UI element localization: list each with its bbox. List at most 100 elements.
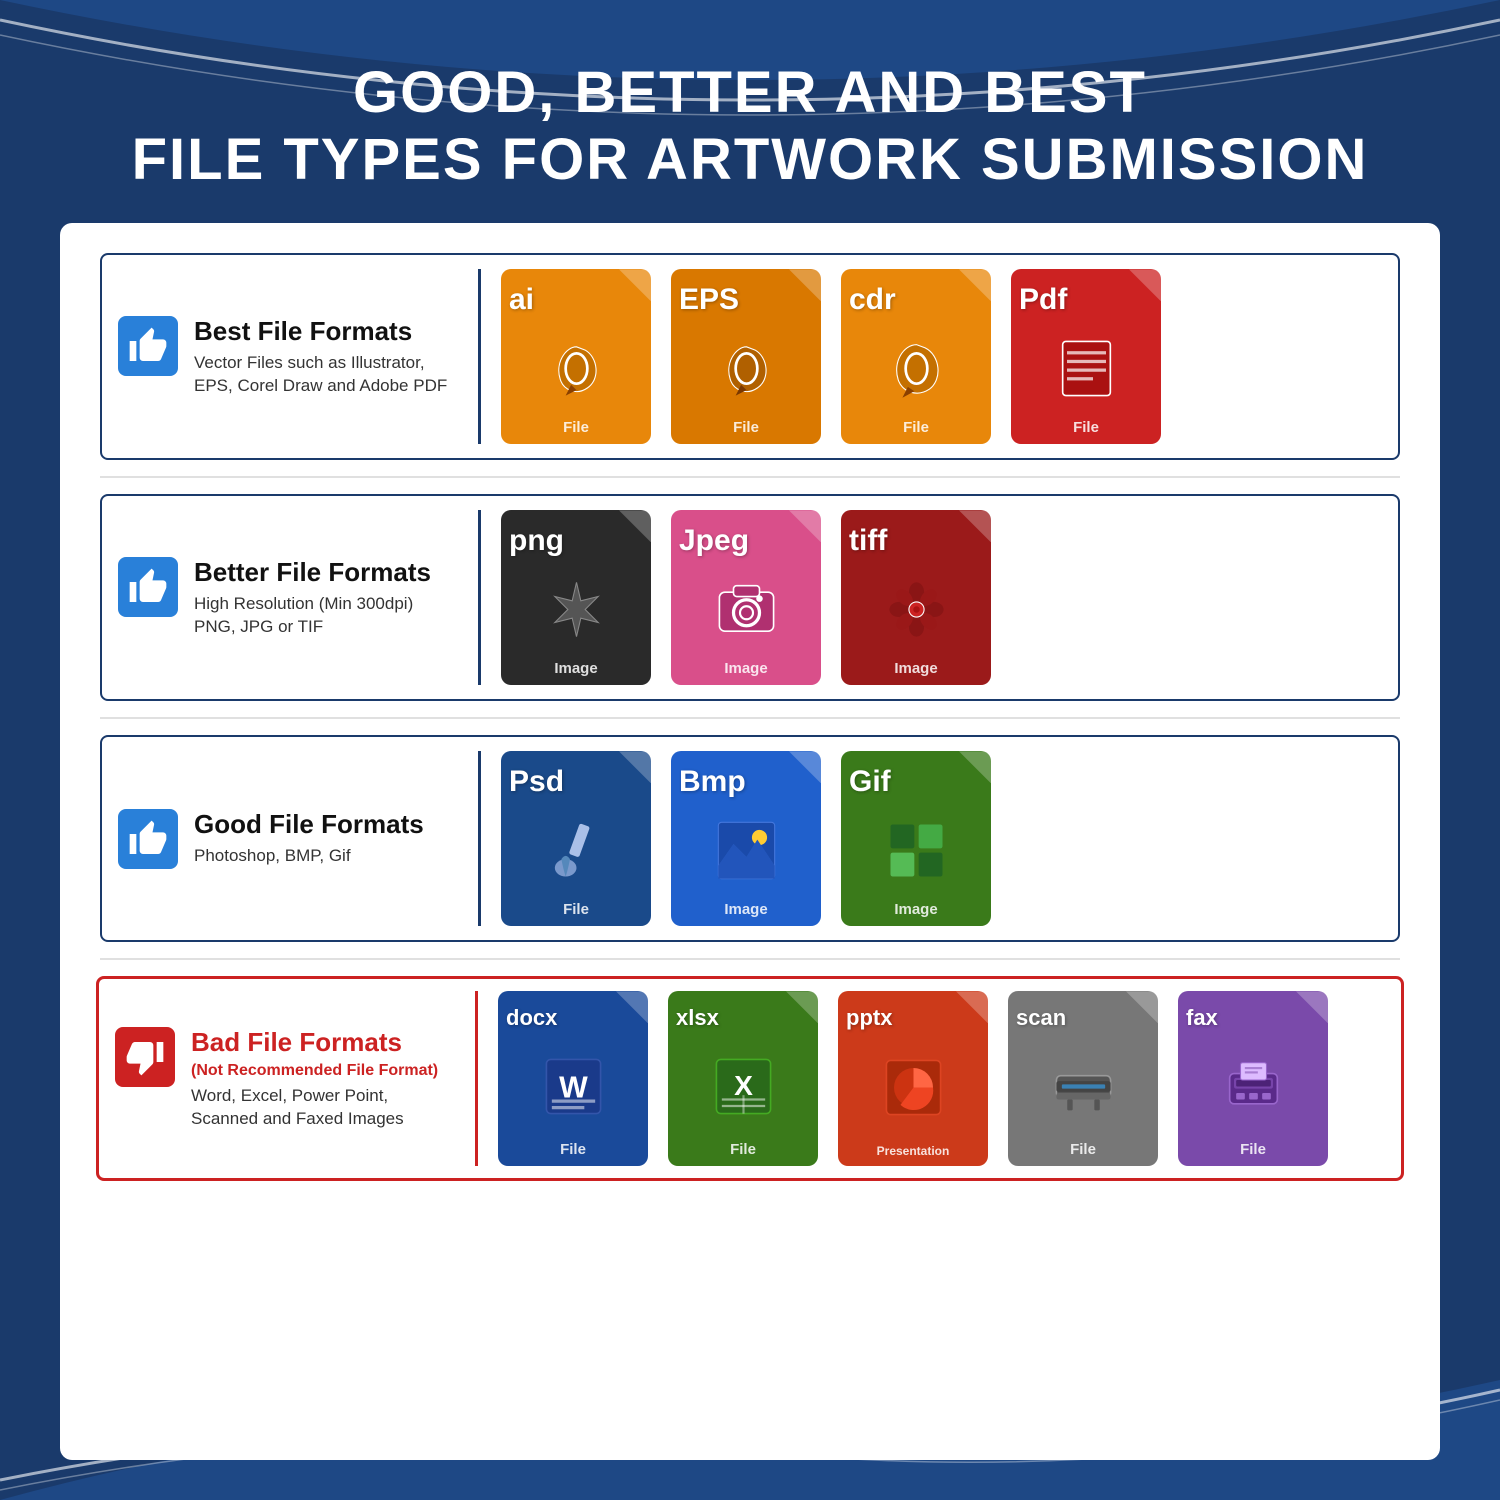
ppt-svg <box>881 1055 946 1120</box>
file-icon-jpeg: Jpeg Image <box>671 510 821 685</box>
file-inner-scan <box>1048 1051 1118 1121</box>
main-title: GOOD, BETTER AND BEST FILE TYPES FOR ART… <box>132 60 1369 193</box>
file-inner-png <box>541 574 611 644</box>
file-icon-ai: ai File <box>501 269 651 444</box>
file-label-eps: File <box>733 419 759 436</box>
scan-svg <box>1051 1054 1116 1119</box>
excel-svg: X <box>711 1054 776 1119</box>
good-format-row: Good File Formats Photoshop, BMP, Gif Ps… <box>100 735 1400 942</box>
better-divider <box>478 510 481 685</box>
thumbs-up-icon-2 <box>128 567 168 607</box>
separator-1 <box>100 476 1400 478</box>
bad-desc: Word, Excel, Power Point,Scanned and Fax… <box>191 1084 438 1132</box>
fax-svg <box>1221 1054 1286 1119</box>
file-inner-ai <box>541 333 611 403</box>
file-inner-tiff <box>881 574 951 644</box>
file-inner-bmp <box>711 815 781 885</box>
mountain-svg <box>714 818 779 883</box>
good-left: Good File Formats Photoshop, BMP, Gif <box>118 809 458 869</box>
best-desc: Vector Files such as Illustrator,EPS, Co… <box>194 351 447 399</box>
file-icon-eps: EPS File <box>671 269 821 444</box>
good-desc: Photoshop, BMP, Gif <box>194 844 424 868</box>
file-ext-gif: Gif <box>849 765 891 799</box>
file-icon-psd: Psd File <box>501 751 651 926</box>
bad-label: Bad File Formats <box>191 1027 438 1058</box>
svg-text:W: W <box>559 1071 588 1104</box>
thumbs-up-icon <box>128 326 168 366</box>
better-label: Better File Formats <box>194 557 431 588</box>
file-icon-scan: scan File <box>1008 991 1158 1166</box>
title-section: GOOD, BETTER AND BEST FILE TYPES FOR ART… <box>132 60 1369 193</box>
best-label-area: Best File Formats Vector Files such as I… <box>194 316 447 399</box>
flower-svg <box>884 577 949 642</box>
file-icon-tiff: tiff <box>841 510 991 685</box>
file-label-jpeg: Image <box>724 660 767 677</box>
better-label-area: Better File Formats High Resolution (Min… <box>194 557 431 640</box>
good-thumb-icon <box>118 809 178 869</box>
better-icons: png Image Jpeg <box>501 510 1382 685</box>
file-ext-ai: ai <box>509 283 534 317</box>
good-divider <box>478 751 481 926</box>
file-ext-png: png <box>509 524 564 558</box>
file-icon-gif: Gif Image <box>841 751 991 926</box>
best-format-row: Best File Formats Vector Files such as I… <box>100 253 1400 460</box>
file-ext-fax: fax <box>1186 1005 1218 1031</box>
camera-svg <box>714 577 779 642</box>
file-inner-jpeg <box>711 574 781 644</box>
file-icon-pptx: pptx Presentation <box>838 991 988 1166</box>
better-left: Better File Formats High Resolution (Min… <box>118 557 458 640</box>
file-label-ai: File <box>563 419 589 436</box>
main-container: GOOD, BETTER AND BEST FILE TYPES FOR ART… <box>0 0 1500 1500</box>
file-label-docx: File <box>560 1141 586 1158</box>
best-icons: ai File EPS <box>501 269 1382 444</box>
brush-svg <box>544 818 609 883</box>
file-ext-bmp: Bmp <box>679 765 746 799</box>
good-label: Good File Formats <box>194 809 424 840</box>
file-ext-pptx: pptx <box>846 1005 892 1031</box>
thumbs-down-icon <box>125 1037 165 1077</box>
file-icon-pdf: Pdf File <box>1011 269 1161 444</box>
better-desc: High Resolution (Min 300dpi)PNG, JPG or … <box>194 592 431 640</box>
content-area: Best File Formats Vector Files such as I… <box>60 223 1440 1460</box>
file-label-bmp: Image <box>724 901 767 918</box>
bad-icons: docx W File xlsx <box>498 991 1385 1166</box>
file-icon-png: png Image <box>501 510 651 685</box>
file-label-gif: Image <box>894 901 937 918</box>
file-inner-pdf <box>1051 333 1121 403</box>
file-inner-eps <box>711 333 781 403</box>
file-inner-pptx <box>878 1053 948 1123</box>
grid-svg <box>884 818 949 883</box>
file-inner-docx: W <box>538 1051 608 1121</box>
file-ext-psd: Psd <box>509 765 564 799</box>
file-label-pdf: File <box>1073 419 1099 436</box>
best-left: Best File Formats Vector Files such as I… <box>118 316 458 399</box>
word-svg: W <box>541 1054 606 1119</box>
star-svg <box>544 577 609 642</box>
bad-left: Bad File Formats (Not Recommended File F… <box>115 1027 455 1132</box>
pdf-svg <box>1054 336 1119 401</box>
thumbs-up-icon-3 <box>128 819 168 859</box>
bad-thumb-icon <box>115 1027 175 1087</box>
separator-2 <box>100 717 1400 719</box>
better-thumb-icon <box>118 557 178 617</box>
file-icon-xlsx: xlsx X File <box>668 991 818 1166</box>
file-icon-bmp: Bmp Image <box>671 751 821 926</box>
file-label-xlsx: File <box>730 1141 756 1158</box>
file-inner-gif <box>881 815 951 885</box>
file-label-pptx: Presentation <box>877 1144 950 1158</box>
bad-divider <box>475 991 478 1166</box>
file-ext-xlsx: xlsx <box>676 1005 719 1031</box>
good-label-area: Good File Formats Photoshop, BMP, Gif <box>194 809 424 868</box>
separator-3 <box>100 958 1400 960</box>
file-label-fax: File <box>1240 1141 1266 1158</box>
better-format-row: Better File Formats High Resolution (Min… <box>100 494 1400 701</box>
file-ext-tiff: tiff <box>849 524 887 558</box>
file-ext-cdr: cdr <box>849 283 896 317</box>
file-icon-fax: fax <box>1178 991 1328 1166</box>
best-divider <box>478 269 481 444</box>
file-label-tiff: Image <box>894 660 937 677</box>
file-ext-eps: EPS <box>679 283 739 317</box>
file-label-psd: File <box>563 901 589 918</box>
file-icon-docx: docx W File <box>498 991 648 1166</box>
file-ext-pdf: Pdf <box>1019 283 1067 317</box>
